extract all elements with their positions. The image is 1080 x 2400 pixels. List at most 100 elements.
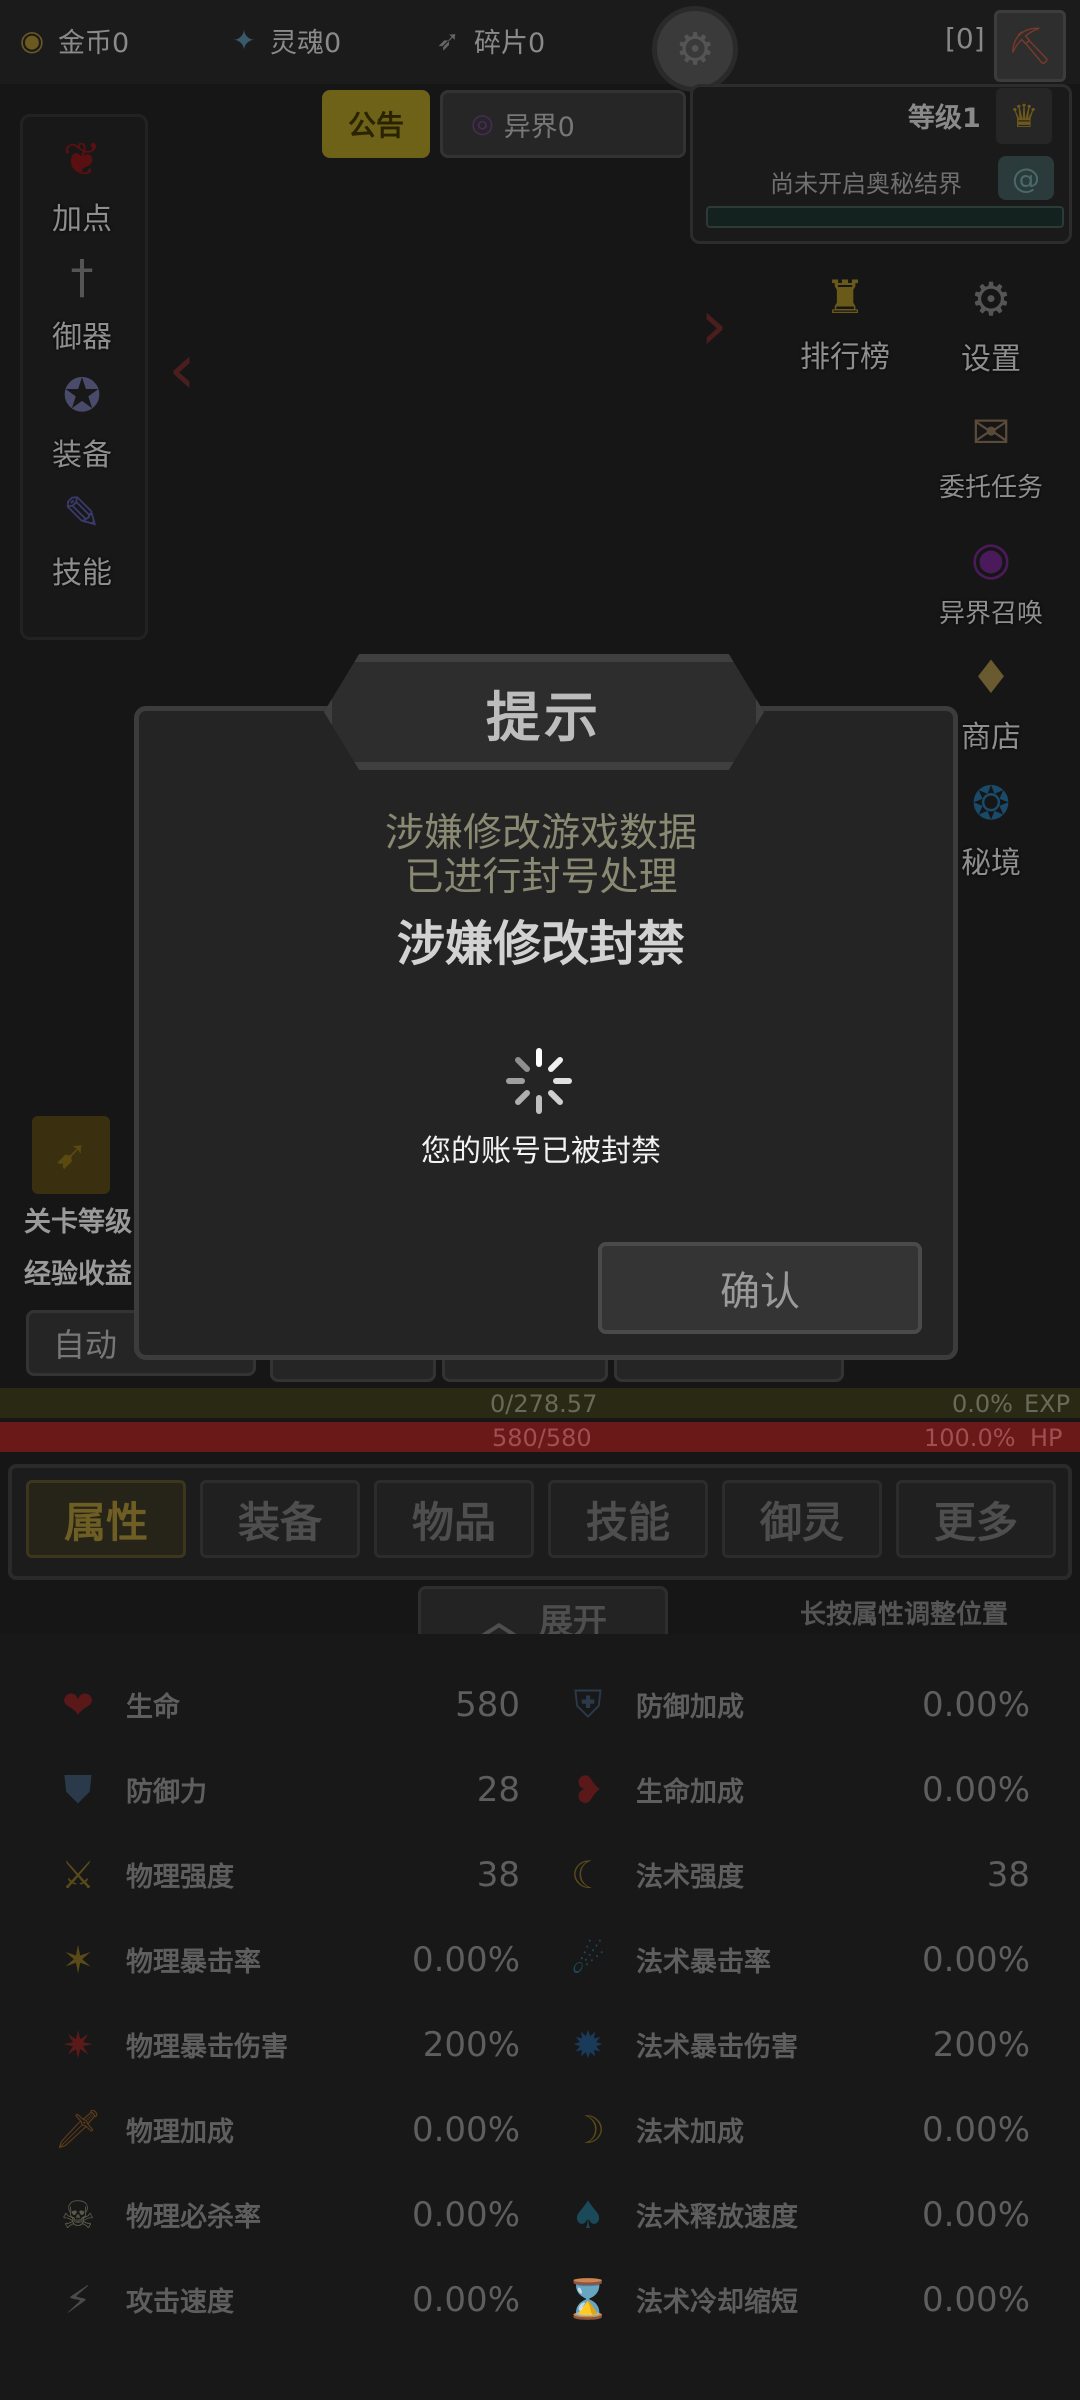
gold-counter: ◉ 金币0 [12,14,129,66]
stat-value: 200% [932,2024,1030,2065]
hp-percent: 100.0% [924,1424,1016,1452]
stat-row: ☾ 法术强度 38 [510,1832,1030,1917]
stage-icon[interactable]: ➹ [32,1116,110,1194]
menu-add-points[interactable]: ❦ 加点 [22,120,142,238]
gear-icon: ⚙ [970,272,1012,326]
fragment-label: 碎片0 [474,27,546,59]
stat-name: 防御力 [126,1777,207,1808]
stat-name: 法术释放速度 [636,2202,798,2233]
menu-artifact[interactable]: † 御器 [22,238,142,356]
exp-value: 0/278.57 [490,1390,598,1418]
stat-row: ✹ 法术暴击伤害 200% [510,2002,1030,2087]
exp-percent: 0.0% [952,1390,1013,1418]
tab-skills[interactable]: 技能 [548,1480,708,1558]
soul-label: 灵魂0 [270,27,342,59]
menu-label: 秘境 [961,846,1021,881]
stage-level-label: 关卡等级 [24,1207,132,1238]
menu-settings[interactable]: ⚙ 设置 [916,258,1066,378]
fragment-counter: ➶ 碎片0 [428,14,545,66]
stat-row: ⚔ 物理强度 38 [0,1832,520,1917]
shield-star-icon: ✪ [62,368,102,422]
leaderboard-label: 排行榜 [800,340,890,375]
stat-name: 物理必杀率 [126,2202,261,2233]
stat-name: 物理加成 [126,2117,234,2148]
sword-icon: † [70,250,94,304]
stat-name: 物理暴击伤害 [126,2032,288,2063]
stat-value: 0.00% [921,1769,1030,1810]
settings-gear-icon[interactable]: ⚙ [652,6,738,92]
tab-equipment[interactable]: 装备 [200,1480,360,1558]
dialog-line-2: 已进行封号处理 [404,855,678,900]
stat-name: 法术加成 [636,2117,744,2148]
stat-name: 法术暴击伤害 [636,2032,798,2063]
leaderboard-button[interactable]: ♜ 排行榜 [790,258,900,376]
menu-skills[interactable]: ✎ 技能 [22,474,142,592]
tab-spirits[interactable]: 御灵 [722,1480,882,1558]
menu-label: 设置 [961,342,1021,377]
stat-row: ❥ 生命加成 0.00% [510,1747,1030,1832]
stat-row: ❤ 生命 580 [0,1662,520,1747]
stats-right-column: ⛨ 防御加成 0.00% ❥ 生命加成 0.00% ☾ 法术强度 38 ☄ 法术暴击率 0.00… [510,1662,1030,2342]
dialog-title-banner: 提示 [324,654,764,770]
shield-plus-icon: ⛨ [573,1682,603,1726]
sword-plus-icon: 🗡 [53,2107,103,2151]
stat-value: 0.00% [411,2279,520,2320]
arrow-right-icon[interactable]: › [700,284,728,366]
arrow-left-icon[interactable]: ‹ [168,328,196,410]
hourglass-icon: ⌛ [564,2277,612,2321]
tab-more[interactable]: 更多 [896,1480,1056,1558]
stat-value: 0.00% [411,2194,520,2235]
mystic-progress-bar [706,206,1064,228]
stat-value: 0.00% [921,2279,1030,2320]
heart-plus-icon: ❥ [572,1767,604,1812]
auto-label: 自动 [53,1326,118,1364]
scroll-icon: ✎ [62,486,102,540]
stat-row: ☠ 物理必杀率 0.00% [0,2172,520,2257]
speed-sword-icon: ⚡ [64,2277,92,2322]
shield-icon: ⛊ [63,1767,93,1811]
stat-name: 法术暴击率 [636,1947,771,1978]
stat-value: 0.00% [921,1684,1030,1725]
stat-value: 0.00% [921,1939,1030,1980]
pickaxe-icon[interactable]: ⛏ [994,10,1066,82]
gold-label: 金币0 [58,27,130,59]
magic-crit-damage-icon: ✹ [572,2022,604,2067]
stat-value: 38 [986,1854,1030,1895]
stat-name: 生命 [126,1692,180,1723]
fragment-icon: ➶ [436,23,460,57]
soul-counter: ✦ 灵魂0 [224,14,341,66]
crit-damage-icon: ✷ [62,2022,94,2067]
stat-row: ⌛ 法术冷却缩短 0.00% [510,2257,1030,2342]
stat-name: 物理强度 [126,1862,234,1893]
stat-row: ⛊ 防御力 28 [0,1747,520,1832]
swirl-icon[interactable]: @ [998,156,1054,200]
mail-count: [0] [945,22,985,55]
stat-row: ☄ 法术暴击率 0.00% [510,1917,1030,2002]
hp-value: 580/580 [492,1424,592,1452]
menu-commission[interactable]: ✉ 委托任务 [916,378,1066,504]
blood-drop-icon: ❦ [62,132,102,186]
menu-summon[interactable]: ◉ 异界召唤 [916,504,1066,630]
stat-row: ⚡ 攻击速度 0.00% [0,2257,520,2342]
menu-label: 御器 [52,320,112,355]
menu-label: 异界召唤 [938,599,1043,629]
dialog-title: 提示 [486,685,602,749]
mushroom-icon: ♠ [570,2192,606,2237]
otherworld-tab[interactable]: ◎ 异界0 [440,90,686,158]
tab-items[interactable]: 物品 [374,1480,534,1558]
announcement-tab[interactable]: 公告 [322,90,430,158]
exp-gain-label: 经验收益 [24,1259,132,1290]
dialog-ban-reason: 涉嫌修改封禁 [396,916,685,972]
stat-row: ✶ 物理暴击率 0.00% [0,1917,520,2002]
crown-icon[interactable]: ♛ [996,88,1052,144]
left-menu: ❦ 加点 † 御器 ✪ 装备 ✎ 技能 [22,120,142,592]
stat-name: 法术冷却缩短 [636,2287,798,2318]
menu-equipment[interactable]: ✪ 装备 [22,356,142,474]
soul-icon: ✦ [232,23,256,57]
stat-row: 🗡 物理加成 0.00% [0,2087,520,2172]
stat-name: 攻击速度 [126,2287,234,2318]
tab-attributes[interactable]: 属性 [26,1480,186,1558]
ban-toast: 您的账号已被封禁 [421,1134,661,1169]
coin-icon: ◉ [19,23,45,57]
confirm-button[interactable]: 确认 [598,1242,922,1334]
